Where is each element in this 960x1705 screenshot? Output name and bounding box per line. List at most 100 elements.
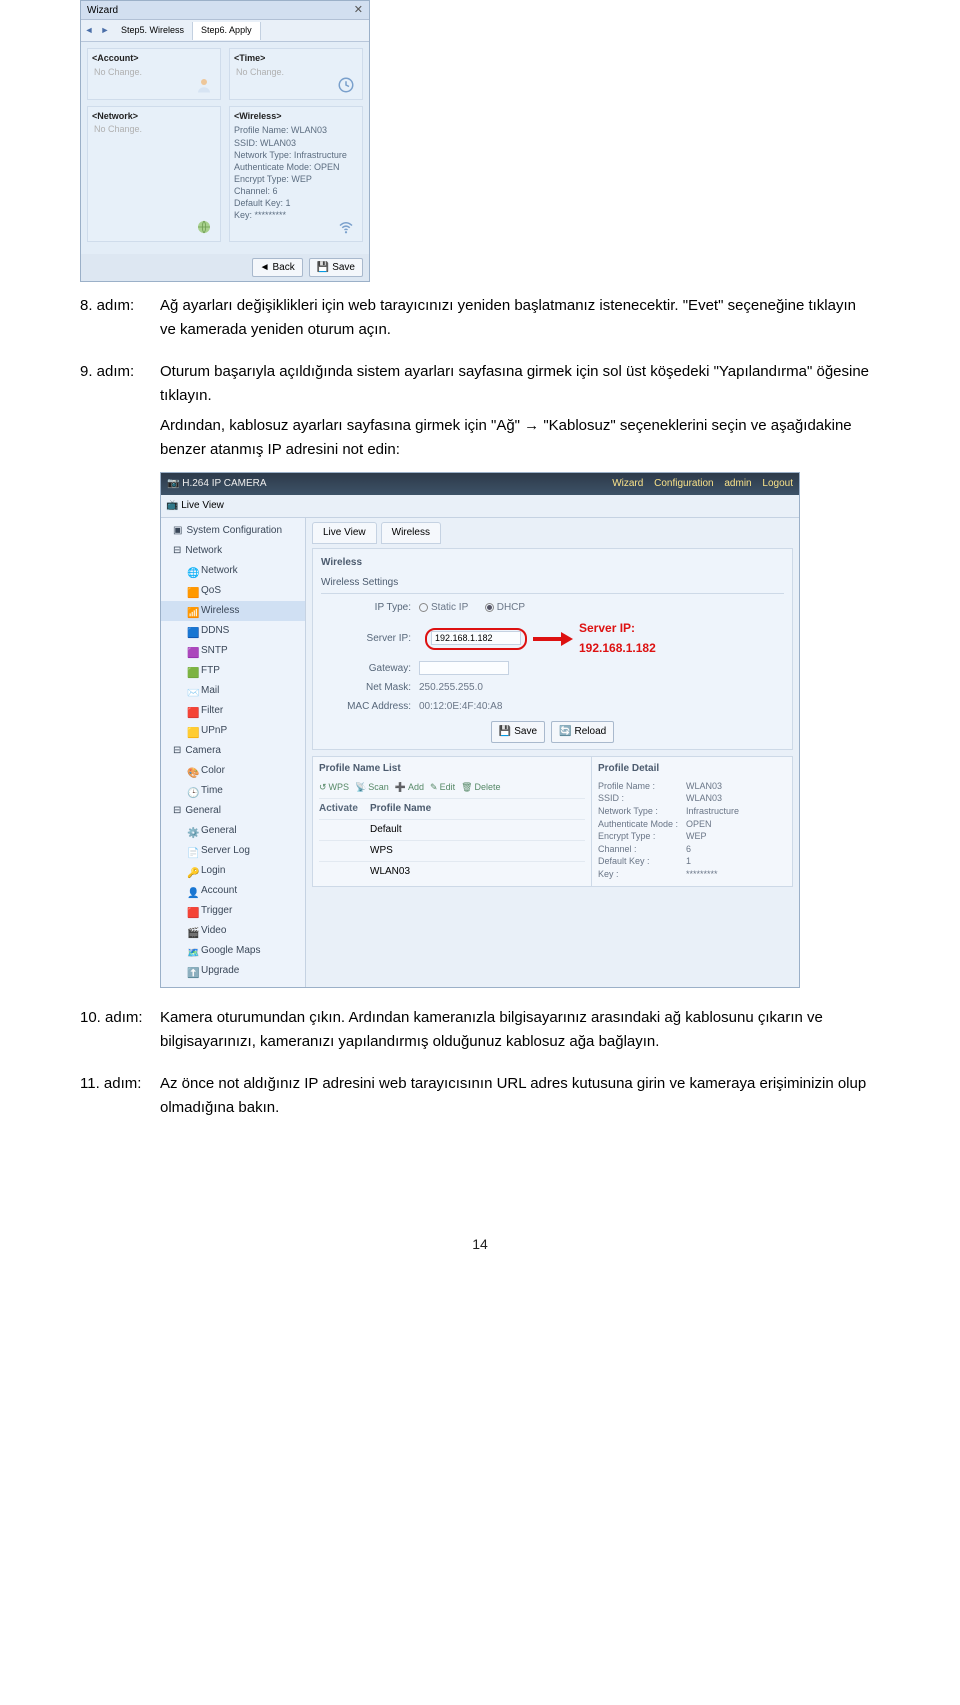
user-icon	[194, 75, 214, 95]
step-next-icon[interactable]: ►	[97, 25, 113, 37]
add-button[interactable]: ➕ Add	[395, 780, 424, 794]
tree-item-network[interactable]: 🌐Network	[161, 561, 305, 581]
wireless-line: Encrypt Type: WEP	[234, 173, 358, 185]
row-netmask: Net Mask: 250.255.255.0	[321, 680, 784, 696]
tree-item-gmaps[interactable]: 🗺️Google Maps	[161, 941, 305, 961]
tree-item-time[interactable]: 🕒Time	[161, 781, 305, 801]
step-text: Kamera oturumundan çıkın. Ardından kamer…	[160, 1006, 870, 1054]
radio-dhcp[interactable]	[485, 603, 494, 612]
step-text: Ardından, kablosuz ayarları sayfasına gi…	[160, 414, 870, 462]
wireless-cell: <Wireless> Profile Name: WLAN03 SSID: WL…	[229, 106, 363, 243]
nav-configuration[interactable]: Configuration	[654, 478, 713, 489]
wizard-step-tabs: ◄ ► Step5. Wireless Step6. Apply	[81, 20, 369, 42]
radio-static-ip[interactable]	[419, 603, 428, 612]
panel-reload-button[interactable]: 🔄 Reload	[551, 721, 614, 743]
profile-panel: Profile Name List ↺ WPS 📡 Scan ➕ Add ✎ E…	[312, 756, 793, 887]
profile-toolbar: ↺ WPS 📡 Scan ➕ Add ✎ Edit 🗑 Delete	[319, 780, 585, 794]
tree-item-trigger[interactable]: 🟥Trigger	[161, 901, 305, 921]
profile-row[interactable]: WLAN03	[319, 861, 585, 882]
step-label: 9. adım:	[80, 360, 160, 994]
tab-step5[interactable]: Step5. Wireless	[113, 22, 193, 40]
app-title: H.264 IP CAMERA	[182, 478, 266, 489]
th-profilename: Profile Name	[370, 801, 431, 817]
scan-button[interactable]: 📡 Scan	[355, 780, 389, 794]
panel-heading: Wireless	[321, 555, 784, 571]
wireless-line: SSID: WLAN03	[234, 137, 358, 149]
wireless-line: Default Key: 1	[234, 197, 358, 209]
profile-row[interactable]: WPS	[319, 840, 585, 861]
tree-item-sntp[interactable]: 🟪SNTP	[161, 641, 305, 661]
wireless-line: Profile Name: WLAN03	[234, 124, 358, 136]
tab-liveview[interactable]: Live View	[312, 522, 377, 544]
edit-button[interactable]: ✎ Edit	[430, 780, 455, 794]
profile-list-heading: Profile Name List	[319, 761, 585, 777]
wireless-line: Channel: 6	[234, 185, 358, 197]
step-8: 8. adım: Ağ ayarları değişiklikleri için…	[80, 294, 880, 348]
callout-label: Server IP: 192.168.1.182	[579, 619, 659, 657]
gateway-input[interactable]	[419, 661, 509, 675]
tree-group-camera[interactable]: ⊟ Camera	[161, 741, 305, 761]
app-nav-right: Wizard Configuration admin Logout	[604, 476, 793, 492]
delete-button[interactable]: 🗑 Delete	[461, 780, 500, 794]
step-9: 9. adım: Oturum başarıyla açıldığında si…	[80, 360, 880, 994]
wifi-icon	[336, 217, 356, 237]
clock-icon	[336, 75, 356, 95]
tree-item-ftp[interactable]: 🟩FTP	[161, 661, 305, 681]
step-label: 11. adım:	[80, 1072, 160, 1126]
wps-button[interactable]: ↺ WPS	[319, 780, 349, 794]
account-header: <Account>	[92, 53, 216, 65]
close-icon[interactable]: ✕	[354, 3, 363, 17]
step-11: 11. adım: Az önce not aldığınız IP adres…	[80, 1072, 880, 1126]
row-serverip: Server IP: Server IP: 192.168.1.182	[321, 619, 784, 657]
back-button[interactable]: ◄ Back	[252, 258, 303, 277]
profile-detail-heading: Profile Detail	[598, 761, 786, 777]
network-header: <Network>	[92, 111, 216, 123]
tree-item-color[interactable]: 🎨Color	[161, 761, 305, 781]
nav-logout[interactable]: Logout	[762, 478, 793, 489]
tree-item-upgrade[interactable]: ⬆️Upgrade	[161, 961, 305, 981]
tree-item-qos[interactable]: 🟧QoS	[161, 581, 305, 601]
nav-admin[interactable]: admin	[724, 478, 751, 489]
wizard-window: Wizard ✕ ◄ ► Step5. Wireless Step6. Appl…	[80, 0, 370, 282]
time-header: <Time>	[234, 53, 358, 65]
wireless-panel: Wireless Wireless Settings IP Type: Stat…	[312, 548, 793, 749]
liveview-btn[interactable]: Live View	[181, 500, 224, 511]
wizard-titlebar: Wizard ✕	[81, 1, 369, 20]
step-label: 10. adım:	[80, 1006, 160, 1060]
tree-group-general[interactable]: ⊟ General	[161, 801, 305, 821]
profile-row[interactable]: Default	[319, 819, 585, 840]
callout-arrow-icon	[533, 634, 573, 644]
app-topbar: 📷 H.264 IP CAMERA Wizard Configuration a…	[161, 473, 799, 495]
row-gateway: Gateway:	[321, 661, 784, 677]
step-10: 10. adım: Kamera oturumundan çıkın. Ardı…	[80, 1006, 880, 1060]
tab-wireless[interactable]: Wireless	[381, 522, 441, 544]
tree-item-serverlog[interactable]: 📄Server Log	[161, 841, 305, 861]
step-text: Az önce not aldığınız IP adresini web ta…	[160, 1072, 870, 1120]
step-label: 8. adım:	[80, 294, 160, 348]
page-number: 14	[80, 1236, 880, 1252]
tree-item-login[interactable]: 🔑Login	[161, 861, 305, 881]
panel-subheading: Wireless Settings	[321, 575, 784, 594]
tree-item-general[interactable]: ⚙️General	[161, 821, 305, 841]
tree-item-upnp[interactable]: 🟨UPnP	[161, 721, 305, 741]
wizard-button-row: ◄ Back 💾 Save	[81, 254, 369, 281]
network-cell: <Network> No Change.	[87, 106, 221, 243]
tree-item-account[interactable]: 👤Account	[161, 881, 305, 901]
tree-item-mail[interactable]: ✉️Mail	[161, 681, 305, 701]
server-ip-input[interactable]	[431, 631, 521, 645]
th-activate: Activate	[319, 801, 364, 817]
tab-step6[interactable]: Step6. Apply	[193, 22, 261, 40]
panel-save-button[interactable]: 💾 Save	[491, 721, 545, 743]
tree-item-ddns[interactable]: 🟦DDNS	[161, 621, 305, 641]
nav-wizard[interactable]: Wizard	[612, 478, 643, 489]
tree-group-sysconf[interactable]: ▣ System Configuration	[161, 521, 305, 541]
time-cell: <Time> No Change.	[229, 48, 363, 99]
tree-group-network[interactable]: ⊟ Network	[161, 541, 305, 561]
tree-item-filter[interactable]: 🟥Filter	[161, 701, 305, 721]
tree-item-wireless[interactable]: 📶Wireless	[161, 601, 305, 621]
step-text: Oturum başarıyla açıldığında sistem ayar…	[160, 360, 870, 408]
tree-item-video[interactable]: 🎬Video	[161, 921, 305, 941]
save-button[interactable]: 💾 Save	[309, 258, 363, 277]
app-toolbar: 📺 Live View	[161, 495, 799, 518]
step-prev-icon[interactable]: ◄	[81, 25, 97, 37]
